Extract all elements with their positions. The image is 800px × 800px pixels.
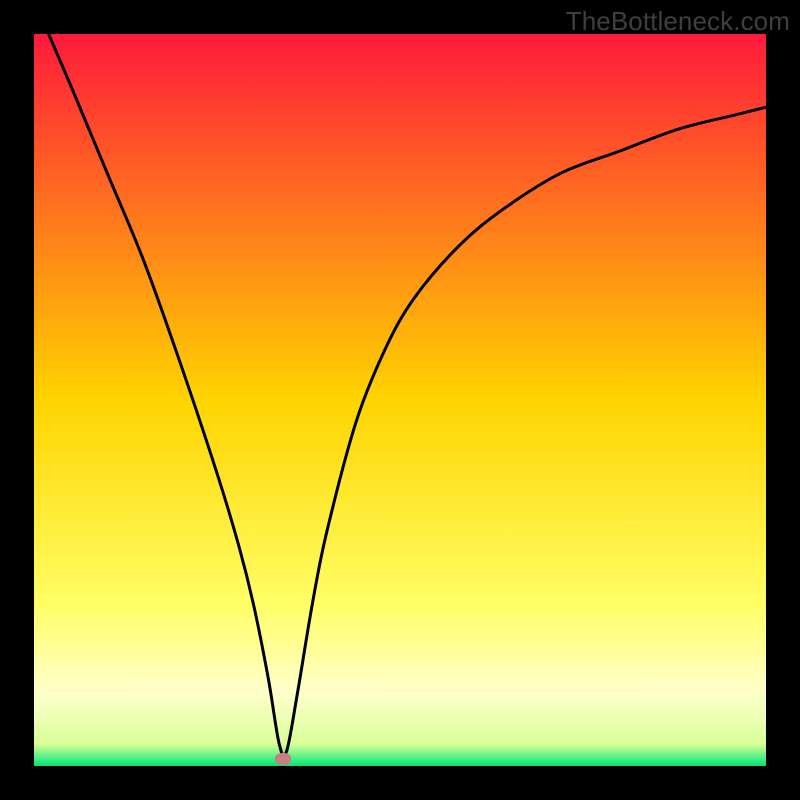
chart-frame: TheBottleneck.com (0, 0, 800, 800)
optimum-marker (275, 753, 291, 765)
plot-area (34, 34, 766, 766)
chart-background (34, 34, 766, 766)
watermark-text: TheBottleneck.com (566, 6, 790, 37)
chart-svg (34, 34, 766, 766)
